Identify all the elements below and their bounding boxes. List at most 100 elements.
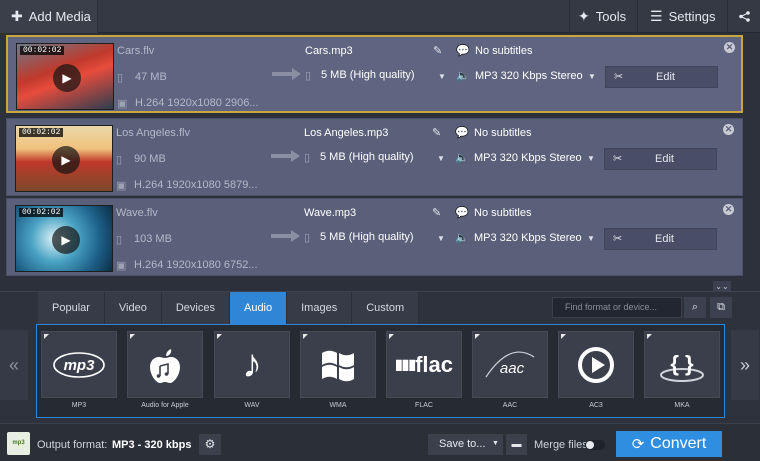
file-icon: ▯ bbox=[117, 72, 124, 84]
speaker-icon: 🔈 bbox=[455, 152, 469, 164]
flac-logo-icon: ▮▮▮ flac bbox=[386, 331, 462, 398]
format-caption: WMA bbox=[329, 402, 347, 409]
edit-button[interactable]: ✂ Edit bbox=[604, 148, 717, 170]
file-icon: ▯ bbox=[116, 154, 123, 166]
chevron-down-icon[interactable]: ▼ bbox=[587, 154, 595, 163]
format-flac[interactable]: ▮▮▮ flac FLAC bbox=[386, 331, 462, 411]
tab-custom[interactable]: Custom bbox=[352, 292, 420, 324]
output-size-dropdown[interactable]: 5 MB (High quality) bbox=[320, 231, 470, 243]
subtitles-dropdown[interactable]: No subtitles bbox=[475, 45, 532, 57]
subtitles-icon: 💬 bbox=[455, 127, 469, 139]
output-format-label: Output format: bbox=[37, 439, 108, 451]
gear-icon: ⚙ bbox=[204, 437, 216, 451]
chevron-down-icon[interactable]: ▼ bbox=[437, 154, 445, 163]
merge-files-label: Merge files bbox=[534, 439, 588, 451]
chevron-down-icon[interactable]: ▼ bbox=[438, 72, 446, 81]
output-format-icon: mp3 bbox=[7, 432, 30, 455]
chevron-down-icon[interactable]: ▼ bbox=[587, 234, 595, 243]
format-mp3[interactable]: mp3 MP3 bbox=[41, 331, 117, 411]
video-thumbnail[interactable]: 00:02:02 ▶ bbox=[16, 43, 114, 110]
braces-icon: { } bbox=[644, 331, 720, 398]
format-caption: AC3 bbox=[589, 402, 603, 409]
format-settings-button[interactable]: ⚙ bbox=[199, 434, 221, 455]
search-button[interactable]: ⌕ bbox=[684, 297, 706, 318]
file-icon: ▯ bbox=[305, 70, 312, 82]
format-search-input[interactable]: Find format or device... bbox=[552, 297, 682, 318]
audio-track-dropdown[interactable]: MP3 320 Kbps Stereo bbox=[474, 232, 582, 244]
format-apple[interactable]: Audio for Apple bbox=[127, 331, 203, 411]
file-icon: ▯ bbox=[304, 232, 311, 244]
share-button[interactable] bbox=[727, 0, 760, 33]
formats-next-button[interactable]: » bbox=[731, 330, 759, 400]
play-icon[interactable]: ▶ bbox=[53, 64, 81, 92]
format-ac3[interactable]: AC3 bbox=[558, 331, 634, 411]
edit-label: Edit bbox=[655, 233, 674, 245]
remove-file-close-icon[interactable]: ✕ bbox=[723, 124, 734, 135]
video-thumbnail[interactable]: 00:02:02 ▶ bbox=[15, 205, 113, 272]
convert-button[interactable]: ⟳ Convert bbox=[616, 431, 722, 457]
rename-pencil-icon[interactable]: ✎ bbox=[432, 126, 441, 139]
remove-file-close-icon[interactable]: ✕ bbox=[723, 204, 734, 215]
tab-popular[interactable]: Popular bbox=[38, 292, 105, 324]
rename-pencil-icon[interactable]: ✎ bbox=[433, 44, 442, 57]
source-file-size: 103 MB bbox=[134, 233, 172, 245]
audio-track-dropdown[interactable]: MP3 320 Kbps Stereo bbox=[475, 70, 583, 82]
edit-label: Edit bbox=[655, 153, 674, 165]
output-size-dropdown[interactable]: 5 MB (High quality) bbox=[320, 151, 470, 163]
format-grid: mp3 MP3 Audio for Apple ♪ WAV WMA ▮▮▮ fl… bbox=[36, 324, 725, 418]
format-wav[interactable]: ♪ WAV bbox=[214, 331, 290, 411]
source-codec-info: H.264 1920x1080 5879... bbox=[134, 179, 258, 191]
tools-button[interactable]: ✦ Tools bbox=[569, 0, 632, 33]
play-icon[interactable]: ▶ bbox=[52, 226, 80, 254]
output-size-dropdown[interactable]: 5 MB (High quality) bbox=[321, 69, 471, 81]
source-file-name: Los Angeles.flv bbox=[116, 127, 190, 139]
format-caption: FLAC bbox=[415, 402, 433, 409]
output-file-name: Cars.mp3 bbox=[305, 45, 353, 57]
edit-button[interactable]: ✂ Edit bbox=[605, 66, 718, 88]
tab-images[interactable]: Images bbox=[287, 292, 353, 324]
chevron-down-icon[interactable]: ▼ bbox=[588, 72, 596, 81]
menu-icon: ☰ bbox=[650, 8, 663, 24]
output-size-value: 5 MB (High quality) bbox=[320, 151, 414, 163]
settings-button[interactable]: ☰ Settings bbox=[637, 0, 723, 33]
format-caption: Audio for Apple bbox=[141, 402, 189, 409]
format-mka[interactable]: { } MKA bbox=[644, 331, 720, 411]
format-aac[interactable]: aac AAC bbox=[472, 331, 548, 411]
subtitles-icon: 💬 bbox=[456, 45, 470, 57]
audio-track-dropdown[interactable]: MP3 320 Kbps Stereo bbox=[474, 152, 582, 164]
speaker-icon: 🔈 bbox=[456, 70, 470, 82]
folder-icon: ▬ bbox=[511, 439, 522, 450]
formats-prev-button[interactable]: « bbox=[0, 330, 28, 400]
subtitles-dropdown[interactable]: No subtitles bbox=[474, 207, 531, 219]
subtitles-dropdown[interactable]: No subtitles bbox=[474, 127, 531, 139]
play-icon[interactable]: ▶ bbox=[52, 146, 80, 174]
video-thumbnail[interactable]: 00:02:02 ▶ bbox=[15, 125, 113, 192]
edit-button[interactable]: ✂ Edit bbox=[604, 228, 717, 250]
music-note-icon: ♪ bbox=[214, 331, 290, 398]
detect-device-button[interactable]: ⧉ bbox=[710, 297, 732, 318]
merge-files-toggle[interactable] bbox=[585, 440, 605, 450]
file-row-cars[interactable]: 00:02:02 ▶ Cars.flv ▯ 47 MB ▣ H.264 1920… bbox=[6, 35, 743, 113]
format-caption: WAV bbox=[244, 402, 260, 409]
rename-pencil-icon[interactable]: ✎ bbox=[432, 206, 441, 219]
output-size-value: 5 MB (High quality) bbox=[320, 231, 414, 243]
open-folder-button[interactable]: ▬ bbox=[506, 434, 527, 455]
format-wma[interactable]: WMA bbox=[300, 331, 376, 411]
chevron-down-icon[interactable]: ▼ bbox=[437, 234, 445, 243]
format-tabs: Popular Video Devices Audio Images Custo… bbox=[38, 292, 420, 324]
tab-video[interactable]: Video bbox=[104, 292, 162, 324]
save-to-dropdown[interactable]: Save to... ▼ bbox=[428, 434, 503, 455]
search-icon: ⌕ bbox=[691, 301, 699, 313]
add-media-button[interactable]: ✚ Add Media bbox=[0, 0, 98, 33]
convert-label: Convert bbox=[650, 435, 707, 452]
device-search-icon: ⧉ bbox=[717, 301, 725, 313]
tab-devices[interactable]: Devices bbox=[161, 292, 230, 324]
source-file-name: Cars.flv bbox=[117, 45, 155, 57]
remove-file-close-icon[interactable]: ✕ bbox=[724, 42, 735, 53]
file-icon: ▯ bbox=[116, 234, 123, 246]
file-row-los-angeles[interactable]: 00:02:02 ▶ Los Angeles.flv ▯ 90 MB ▣ H.2… bbox=[6, 118, 743, 196]
save-to-label: Save to... bbox=[439, 438, 486, 450]
file-row-wave[interactable]: 00:02:02 ▶ Wave.flv ▯ 103 MB ▣ H.264 192… bbox=[6, 198, 743, 276]
scissors-icon: ✂ bbox=[613, 233, 623, 245]
tab-audio[interactable]: Audio bbox=[229, 292, 288, 324]
